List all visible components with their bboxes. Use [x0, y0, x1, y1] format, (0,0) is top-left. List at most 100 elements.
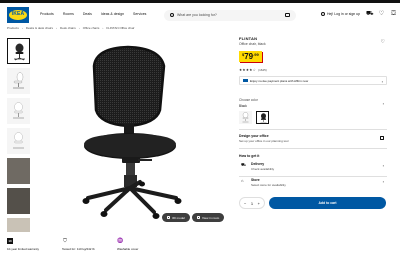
design-subtitle: Set up your office in our planning tool — [239, 138, 289, 143]
design-title: Design your office — [239, 133, 269, 138]
search-placeholder: What are you looking for? — [177, 13, 217, 17]
ikea-logo[interactable]: IKEA — [7, 7, 29, 23]
chevron-right-icon: › — [382, 179, 384, 185]
user-login-label: Hej! Log in or sign up — [327, 12, 361, 16]
quantity-decrease-button[interactable]: − — [244, 201, 246, 206]
thumbnail-list — [7, 38, 30, 248]
tested-text: Tested for: 110 kg/242 lb — [62, 247, 95, 251]
delivery-option[interactable]: ⛟ Delivery Check availability › — [239, 162, 387, 177]
choose-color-label: Choose color — [239, 98, 258, 102]
quantity-stepper[interactable]: − 1 + — [239, 197, 265, 209]
thumbnail-6[interactable] — [7, 188, 30, 214]
divider — [239, 175, 387, 177]
color-selector[interactable]: Choose color Black › — [239, 98, 387, 108]
product-price: $79.99 — [239, 51, 262, 62]
quantity-increase-button[interactable]: + — [258, 201, 260, 206]
how-to-get-it-label: How to get it — [239, 154, 260, 159]
color-value: Black — [239, 104, 247, 108]
cart-area: − 1 + Add to cart — [239, 197, 387, 210]
thumbnail-3[interactable] — [7, 98, 30, 124]
chevron-right-icon: › — [382, 101, 384, 106]
rating-stars: ★★★★☆ — [239, 68, 257, 72]
nav-deals[interactable]: Deals — [83, 12, 92, 16]
store-text: Store Select store for availability — [251, 178, 286, 187]
logo-text: IKEA — [11, 11, 25, 17]
store-subtitle: Select store for availability — [251, 183, 286, 188]
user-login[interactable]: Hej! Log in or sign up — [321, 12, 360, 16]
product-main-image[interactable] — [36, 38, 231, 228]
add-to-cart-button[interactable]: Add to cart — [269, 197, 386, 209]
external-link-icon — [380, 135, 384, 140]
product-rating[interactable]: ★★★★☆ (1625) — [239, 68, 387, 72]
office-chair-image — [82, 45, 182, 219]
thumbnail-2[interactable] — [7, 68, 30, 94]
product-description: Office chair, black — [239, 42, 266, 46]
view-3d-button[interactable]: 3D model — [162, 213, 190, 222]
view-3d-label: 3D model — [172, 215, 185, 220]
main-nav: Products Rooms Deals Ideas & design Serv… — [40, 12, 146, 16]
color-swatches — [239, 111, 387, 124]
thumbnail-1[interactable] — [7, 38, 30, 64]
breadcrumb-item[interactable]: Office chairs — [83, 26, 100, 30]
washing-icon: ♒ — [117, 238, 124, 244]
truck-icon[interactable]: ⛟ — [366, 11, 374, 18]
favorite-heart-icon[interactable]: ♡ — [381, 40, 385, 45]
warranty-icon: 10 — [7, 238, 13, 244]
breadcrumb-item[interactable]: Products — [7, 26, 19, 30]
nav-services[interactable]: Services — [133, 12, 146, 16]
divider — [239, 129, 387, 130]
room-icon — [197, 216, 200, 219]
chevron-right-icon: › — [381, 79, 383, 84]
delivery-text: Delivery Check availability — [251, 162, 274, 171]
chevron-right-icon: › — [382, 163, 384, 169]
chair-thumbnail — [14, 43, 25, 61]
delivery-title: Delivery — [251, 162, 265, 167]
price-decimal: .99 — [253, 52, 259, 57]
view-in-room-button[interactable]: View in room — [192, 213, 225, 222]
white-chair-swatch-icon — [242, 112, 249, 123]
heart-icon[interactable]: ♡ — [378, 11, 385, 18]
nav-rooms[interactable]: Rooms — [63, 12, 74, 16]
weight-icon: ⛉ — [63, 238, 67, 244]
truck-icon: ⛟ — [241, 162, 247, 168]
chair-side-thumbnail — [13, 72, 24, 89]
thumbnail-4[interactable] — [7, 128, 30, 154]
thumbnail-5[interactable] — [7, 158, 30, 184]
divider — [239, 147, 387, 149]
washable-text: Washable cover — [117, 247, 139, 251]
warranty-text: 10-year limited warranty — [7, 247, 40, 251]
breadcrumb-separator: › — [56, 26, 58, 30]
store-icon: ⌂ — [241, 178, 244, 184]
swatch-white[interactable] — [239, 111, 252, 124]
cube-icon — [167, 216, 170, 219]
chair-back-thumbnail — [13, 102, 24, 119]
affirm-logo-icon — [243, 79, 248, 82]
store-title: Store — [251, 178, 260, 183]
breadcrumb-separator: › — [21, 26, 23, 30]
top-strip — [0, 0, 400, 3]
breadcrumb: Products › Desks & desk chairs › Desk chai… — [7, 26, 135, 30]
view-in-room-label: View in room — [202, 215, 220, 220]
delivery-subtitle: Check availability — [251, 167, 275, 172]
warranty-feature: 10 10-year limited warranty — [7, 238, 39, 251]
rating-count: (1625) — [258, 68, 267, 72]
swatch-black[interactable] — [256, 111, 269, 124]
store-option[interactable]: ⌂ Store Select store for availability › — [239, 178, 387, 190]
search-input[interactable]: What are you looking for? — [164, 10, 296, 21]
black-chair-swatch-icon — [260, 113, 267, 124]
nav-products[interactable]: Products — [40, 12, 54, 16]
camera-icon[interactable] — [285, 13, 290, 17]
chair-detail-thumbnail — [13, 132, 24, 149]
price-integer: 79 — [244, 52, 254, 61]
breadcrumb-item[interactable]: Desks & desk chairs — [26, 26, 53, 30]
affirm-promo-banner[interactable]: Enjoy no-fee payment plans with Affirm n… — [239, 76, 387, 85]
breadcrumb-item[interactable]: Desk chairs — [60, 26, 76, 30]
tested-feature: ⛉ Tested for: 110 kg/242 lb — [62, 238, 95, 251]
search-icon — [170, 13, 174, 17]
design-office-link[interactable]: Design your office Set up your office in… — [239, 134, 387, 143]
nav-ideas-design[interactable]: Ideas & design — [101, 12, 124, 16]
product-name: FLINTAN — [239, 36, 258, 41]
cart-icon[interactable]: ⛋ — [390, 11, 397, 18]
breadcrumb-item-current: FLINTAN Office chair — [106, 26, 135, 30]
promo-text: Enjoy no-fee payment plans with Affirm n… — [250, 78, 309, 83]
